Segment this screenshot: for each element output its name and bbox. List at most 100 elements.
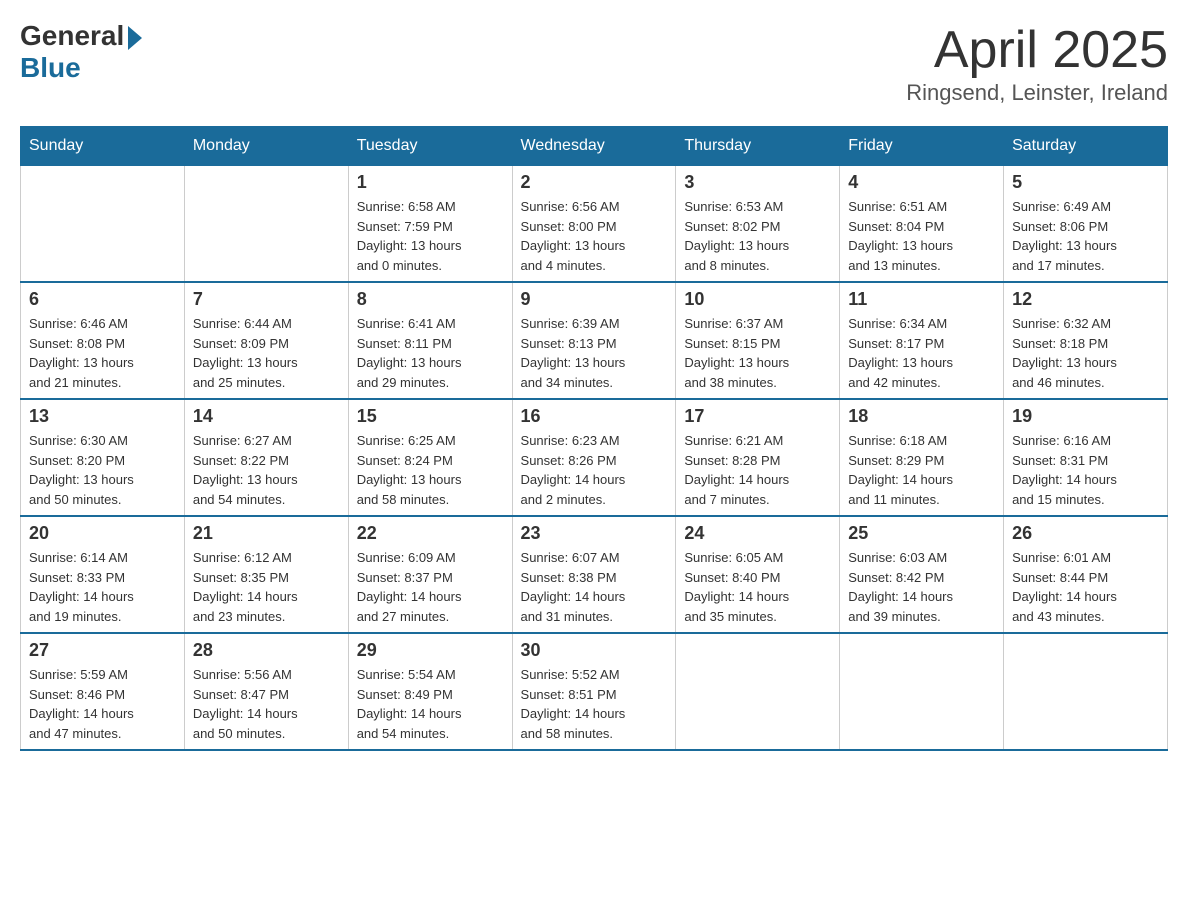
day-info: Sunrise: 6:25 AMSunset: 8:24 PMDaylight:…	[357, 431, 504, 509]
daylight-text-cont: and 23 minutes.	[193, 607, 340, 627]
sunrise-text: Sunrise: 5:56 AM	[193, 665, 340, 685]
logo-arrow-icon	[128, 26, 142, 50]
daylight-text-cont: and 39 minutes.	[848, 607, 995, 627]
daylight-text-cont: and 34 minutes.	[521, 373, 668, 393]
daylight-text: Daylight: 14 hours	[521, 470, 668, 490]
day-number: 25	[848, 523, 995, 544]
sunset-text: Sunset: 8:46 PM	[29, 685, 176, 705]
calendar-week-row: 20Sunrise: 6:14 AMSunset: 8:33 PMDayligh…	[21, 516, 1168, 633]
daylight-text-cont: and 19 minutes.	[29, 607, 176, 627]
calendar-day-cell: 9 Sunrise: 6:39 AMSunset: 8:13 PMDaylight…	[512, 282, 676, 399]
day-number: 14	[193, 406, 340, 427]
calendar-table: SundayMondayTuesdayWednesdayThursdayFrid…	[20, 126, 1168, 751]
daylight-text-cont: and 13 minutes.	[848, 256, 995, 276]
daylight-text-cont: and 46 minutes.	[1012, 373, 1159, 393]
calendar-day-cell: 24Sunrise: 6:05 AMSunset: 8:40 PMDayligh…	[676, 516, 840, 633]
day-number: 1	[357, 172, 504, 193]
day-number: 5	[1012, 172, 1159, 193]
daylight-text: Daylight: 14 hours	[521, 704, 668, 724]
sunset-text: Sunset: 8:29 PM	[848, 451, 995, 471]
day-number: 26	[1012, 523, 1159, 544]
day-number: 13	[29, 406, 176, 427]
day-info: Sunrise: 6:39 AMSunset: 8:13 PMDaylight:…	[521, 314, 668, 392]
day-info: Sunrise: 6:46 AMSunset: 8:08 PMDaylight:…	[29, 314, 176, 392]
calendar-day-cell	[184, 166, 348, 283]
sunset-text: Sunset: 8:42 PM	[848, 568, 995, 588]
calendar-body: 1Sunrise: 6:58 AMSunset: 7:59 PMDaylight…	[21, 166, 1168, 751]
day-info: Sunrise: 5:52 AMSunset: 8:51 PMDaylight:…	[521, 665, 668, 743]
sunset-text: Sunset: 8:44 PM	[1012, 568, 1159, 588]
calendar-day-cell: 2Sunrise: 6:56 AMSunset: 8:00 PMDaylight…	[512, 166, 676, 283]
daylight-text-cont: and 29 minutes.	[357, 373, 504, 393]
calendar-day-cell	[676, 633, 840, 750]
weekday-header: Thursday	[676, 127, 840, 166]
day-number: 10	[684, 289, 831, 310]
calendar-day-cell: 8Sunrise: 6:41 AMSunset: 8:11 PMDaylight…	[348, 282, 512, 399]
day-number: 6	[29, 289, 176, 310]
day-info: Sunrise: 6:34 AMSunset: 8:17 PMDaylight:…	[848, 314, 995, 392]
weekday-header: Wednesday	[512, 127, 676, 166]
day-number: 22	[357, 523, 504, 544]
day-info: Sunrise: 6:32 AMSunset: 8:18 PMDaylight:…	[1012, 314, 1159, 392]
sunset-text: Sunset: 8:28 PM	[684, 451, 831, 471]
calendar-day-cell	[1004, 633, 1168, 750]
sunrise-text: Sunrise: 5:54 AM	[357, 665, 504, 685]
day-number: 9	[521, 289, 668, 310]
page-header: General Blue April 2025 Ringsend, Leinst…	[20, 20, 1168, 106]
sunrise-text: Sunrise: 6:27 AM	[193, 431, 340, 451]
daylight-text: Daylight: 14 hours	[1012, 470, 1159, 490]
daylight-text-cont: and 54 minutes.	[357, 724, 504, 744]
day-info: Sunrise: 6:53 AMSunset: 8:02 PMDaylight:…	[684, 197, 831, 275]
sunset-text: Sunset: 8:15 PM	[684, 334, 831, 354]
calendar-day-cell: 23Sunrise: 6:07 AMSunset: 8:38 PMDayligh…	[512, 516, 676, 633]
sunset-text: Sunset: 8:00 PM	[521, 217, 668, 237]
day-number: 2	[521, 172, 668, 193]
day-info: Sunrise: 6:41 AMSunset: 8:11 PMDaylight:…	[357, 314, 504, 392]
day-info: Sunrise: 6:44 AMSunset: 8:09 PMDaylight:…	[193, 314, 340, 392]
sunrise-text: Sunrise: 5:52 AM	[521, 665, 668, 685]
daylight-text: Daylight: 14 hours	[684, 587, 831, 607]
sunset-text: Sunset: 8:26 PM	[521, 451, 668, 471]
daylight-text: Daylight: 13 hours	[521, 353, 668, 373]
calendar-day-cell: 20Sunrise: 6:14 AMSunset: 8:33 PMDayligh…	[21, 516, 185, 633]
sunrise-text: Sunrise: 6:03 AM	[848, 548, 995, 568]
sunrise-text: Sunrise: 6:07 AM	[521, 548, 668, 568]
location-label: Ringsend, Leinster, Ireland	[906, 80, 1168, 106]
day-number: 11	[848, 289, 995, 310]
daylight-text-cont: and 11 minutes.	[848, 490, 995, 510]
daylight-text: Daylight: 14 hours	[357, 587, 504, 607]
day-info: Sunrise: 6:14 AMSunset: 8:33 PMDaylight:…	[29, 548, 176, 626]
daylight-text-cont: and 21 minutes.	[29, 373, 176, 393]
daylight-text: Daylight: 14 hours	[684, 470, 831, 490]
daylight-text-cont: and 50 minutes.	[193, 724, 340, 744]
daylight-text-cont: and 27 minutes.	[357, 607, 504, 627]
sunset-text: Sunset: 8:17 PM	[848, 334, 995, 354]
daylight-text: Daylight: 13 hours	[848, 236, 995, 256]
weekday-header: Saturday	[1004, 127, 1168, 166]
sunset-text: Sunset: 8:08 PM	[29, 334, 176, 354]
sunrise-text: Sunrise: 6:37 AM	[684, 314, 831, 334]
day-number: 3	[684, 172, 831, 193]
daylight-text: Daylight: 14 hours	[521, 587, 668, 607]
day-number: 17	[684, 406, 831, 427]
day-number: 24	[684, 523, 831, 544]
day-info: Sunrise: 6:30 AMSunset: 8:20 PMDaylight:…	[29, 431, 176, 509]
daylight-text-cont: and 54 minutes.	[193, 490, 340, 510]
logo-general-text: General	[20, 20, 124, 52]
daylight-text: Daylight: 14 hours	[848, 587, 995, 607]
sunset-text: Sunset: 8:13 PM	[521, 334, 668, 354]
sunset-text: Sunset: 8:20 PM	[29, 451, 176, 471]
calendar-day-cell: 29Sunrise: 5:54 AMSunset: 8:49 PMDayligh…	[348, 633, 512, 750]
day-info: Sunrise: 5:56 AMSunset: 8:47 PMDaylight:…	[193, 665, 340, 743]
sunrise-text: Sunrise: 6:53 AM	[684, 197, 831, 217]
logo-blue-text: Blue	[20, 52, 81, 84]
sunset-text: Sunset: 8:33 PM	[29, 568, 176, 588]
day-info: Sunrise: 6:03 AMSunset: 8:42 PMDaylight:…	[848, 548, 995, 626]
daylight-text: Daylight: 13 hours	[1012, 353, 1159, 373]
day-info: Sunrise: 6:23 AMSunset: 8:26 PMDaylight:…	[521, 431, 668, 509]
sunrise-text: Sunrise: 6:32 AM	[1012, 314, 1159, 334]
day-info: Sunrise: 6:51 AMSunset: 8:04 PMDaylight:…	[848, 197, 995, 275]
month-title: April 2025	[906, 20, 1168, 80]
sunrise-text: Sunrise: 6:12 AM	[193, 548, 340, 568]
day-info: Sunrise: 6:37 AMSunset: 8:15 PMDaylight:…	[684, 314, 831, 392]
